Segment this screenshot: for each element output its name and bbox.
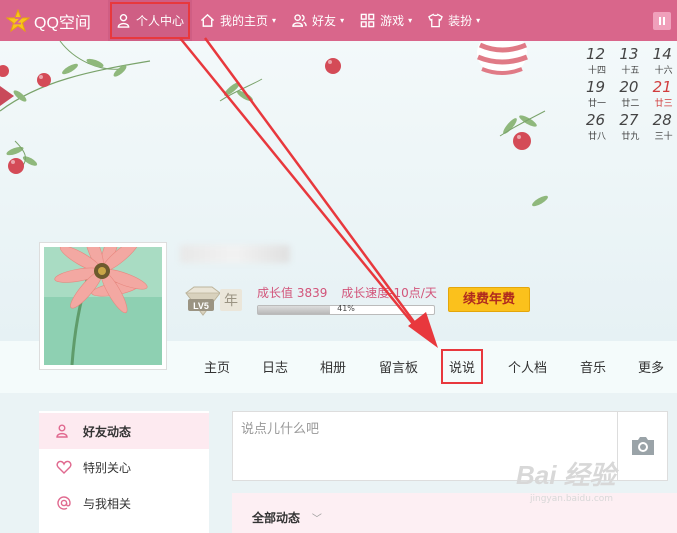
nav-personal-center[interactable]: 个人中心	[108, 0, 193, 41]
tab-blog[interactable]: 日志	[262, 357, 288, 376]
calendar-day: 28 三十	[652, 111, 673, 143]
tab-message-board[interactable]: 留言板	[379, 357, 418, 376]
tab-shuoshuo[interactable]: 说说	[440, 349, 484, 384]
nav-label: 装扮	[448, 14, 473, 28]
chevron-down-icon: ▾	[476, 16, 481, 25]
nav-label: 游戏	[380, 14, 405, 28]
level-badge-text: LV5	[193, 301, 209, 311]
avatar[interactable]	[39, 225, 167, 370]
star-logo-icon	[6, 8, 30, 32]
feed-sidebar: 好友动态 特别关心 与我相关	[39, 411, 209, 533]
diamond-level-icon: LV5 年	[185, 286, 242, 316]
user-icon	[117, 13, 130, 28]
heart-icon	[55, 458, 73, 476]
calendar-row: 19 廿一 20 廿二 21 廿三	[586, 79, 677, 112]
tab-album[interactable]: 相册	[320, 357, 346, 376]
sidebar-item-label: 与我相关	[83, 496, 132, 511]
at-icon	[55, 494, 73, 512]
username-blurred	[180, 245, 290, 263]
calendar-day: 14 十六	[652, 45, 673, 77]
calendar-day: 12 十四	[586, 45, 607, 77]
qzone-logo[interactable]: QQ空间	[0, 0, 108, 41]
sidebar-item-related-to-me[interactable]: 与我相关	[39, 485, 209, 521]
progress-percent: 41%	[337, 304, 355, 313]
calendar-row: 12 十四 13 十五 14 十六	[586, 46, 677, 79]
chevron-down-icon: ﹀	[311, 514, 322, 525]
calendar-day: 19 廿一	[586, 78, 607, 110]
logo-text: QQ空间	[34, 14, 91, 32]
nav-games[interactable]: 游戏 ▾	[352, 0, 420, 41]
chevron-down-icon: ▾	[272, 16, 277, 25]
sidebar-item-label: 好友动态	[83, 424, 132, 439]
nav-label: 个人中心	[136, 14, 185, 28]
renew-annual-button[interactable]: 续费年费	[448, 287, 530, 312]
chevron-down-icon: ▾	[340, 16, 345, 25]
level-badge[interactable]: LV5 年	[182, 285, 246, 317]
flower-avatar-icon	[44, 225, 162, 366]
nav-decorate[interactable]: 装扮 ▾	[420, 0, 488, 41]
calendar-day: 27 廿九	[619, 111, 640, 143]
sidebar-item-special-care[interactable]: 特别关心	[39, 449, 209, 485]
watermark-url: jingyan.baidu.com	[530, 494, 614, 504]
calendar-day-today: 21 廿三	[652, 78, 673, 110]
nav-label: 好友	[312, 14, 337, 28]
grid-icon	[360, 13, 375, 28]
calendar-row: 26 廿八 27 廿九 28 三十	[586, 112, 677, 145]
pause-music-button[interactable]	[653, 12, 671, 30]
tab-profile[interactable]: 个人档	[508, 357, 547, 376]
calendar-day: 26 廿八	[586, 111, 607, 143]
nav-my-homepage[interactable]: 我的主页 ▾	[192, 0, 284, 41]
sidebar-item-label: 特别关心	[83, 460, 132, 475]
growth-stats: 成长值 3839 成长速度-10点/天	[257, 284, 447, 301]
camera-icon	[631, 437, 654, 455]
growth-progress-bar: 41%	[257, 304, 435, 315]
top-nav-bar: QQ空间 个人中心 我的主页 ▾ 好友 ▾ 游戏 ▾ 装扮 ▾	[0, 0, 677, 41]
sidebar-item-friend-feeds[interactable]: 好友动态	[39, 413, 209, 449]
baidu-watermark: Bai 经验 jingyan.baidu.com	[516, 455, 646, 515]
home-icon	[200, 13, 215, 27]
growth-value[interactable]: 成长值 3839	[257, 286, 327, 300]
chevron-down-icon: ▾	[408, 16, 413, 25]
nav-label: 我的主页	[220, 14, 269, 28]
calendar-day: 13 十五	[619, 45, 640, 77]
level-year-text: 年	[224, 293, 238, 309]
shirt-icon	[428, 13, 444, 28]
watermark-logo: Bai 经验	[516, 460, 616, 490]
tab-music[interactable]: 音乐	[580, 357, 606, 376]
tab-home[interactable]: 主页	[204, 357, 230, 376]
friends-icon	[292, 14, 307, 27]
calendar-widget: 12 十四 13 十五 14 十六 19 廿一 20 廿二 21 廿三 26 廿八 27 廿九 …	[586, 46, 677, 145]
calendar-day: 20 廿二	[619, 78, 640, 110]
tab-more[interactable]: 更多	[638, 357, 664, 376]
all-feeds-label: 全部动态	[252, 511, 301, 525]
growth-speed[interactable]: 成长速度-10点/天	[341, 286, 437, 300]
post-placeholder: 说点儿什么吧	[241, 422, 320, 437]
pause-icon	[659, 17, 661, 25]
friends-outline-icon	[55, 422, 73, 440]
nav-friends[interactable]: 好友 ▾	[284, 0, 352, 41]
